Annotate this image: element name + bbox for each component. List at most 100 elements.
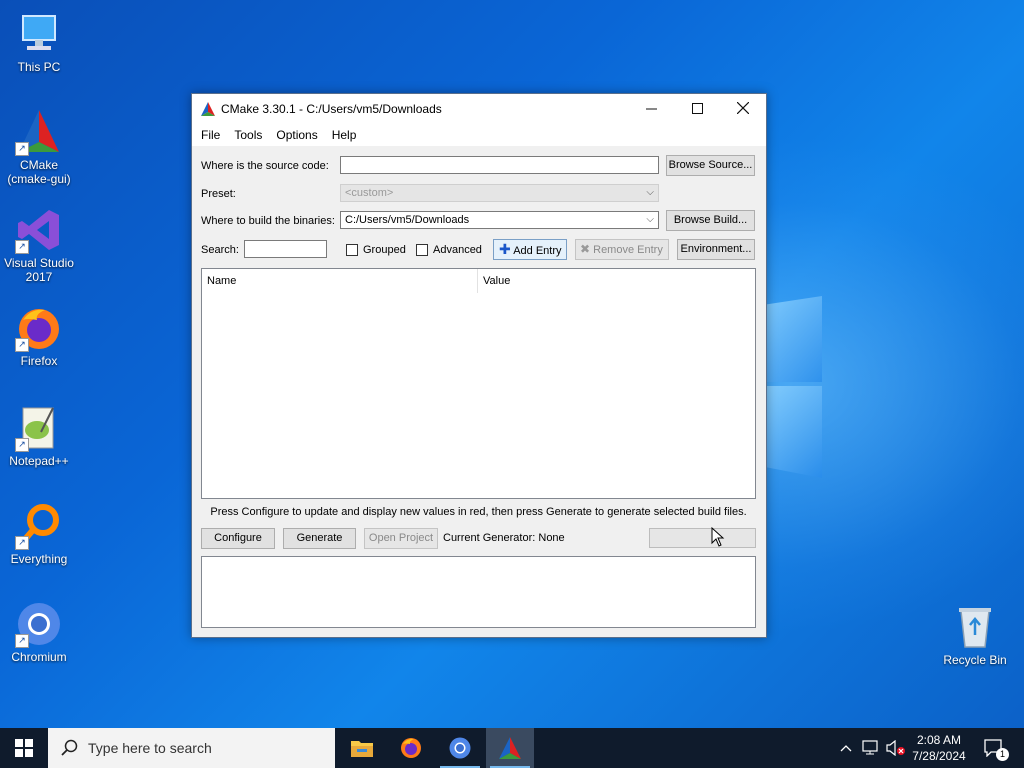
environment-button[interactable]: Environment...: [677, 239, 755, 260]
close-button[interactable]: [720, 94, 766, 124]
build-value: C:/Users/vm5/Downloads: [345, 214, 470, 226]
generate-button[interactable]: Generate: [283, 528, 356, 549]
firefox-icon: ↗: [15, 304, 63, 352]
chevron-down-icon: ⌵: [646, 214, 654, 225]
remove-icon: ✖: [580, 242, 591, 256]
tray-clock[interactable]: 2:08 AM 7/28/2024: [904, 732, 974, 764]
preset-combobox[interactable]: <custom> ⌵: [340, 184, 659, 202]
folder-icon: [351, 741, 373, 757]
chromium-icon: ↗: [15, 600, 63, 648]
remove-entry-label: Remove Entry: [593, 244, 663, 256]
desktop-icon-label: Chromium: [11, 650, 67, 664]
chromium-icon: [449, 737, 471, 759]
network-icon: [862, 740, 878, 755]
notification-badge: 1: [996, 748, 1009, 761]
notepadpp-icon: ↗: [15, 404, 63, 452]
tray-volume-button[interactable]: [884, 728, 906, 768]
desktop-icon-firefox[interactable]: ↗ Firefox: [1, 304, 77, 368]
chevron-down-icon: ⌵: [646, 187, 654, 198]
menu-help[interactable]: Help: [325, 124, 364, 142]
source-label: Where is the source code:: [201, 160, 329, 172]
shortcut-arrow-icon: ↗: [15, 142, 29, 156]
desktop-icon-label: Notepad++: [9, 454, 69, 468]
desktop-icon-label: Firefox: [20, 354, 58, 368]
advanced-checkbox[interactable]: [416, 244, 428, 256]
taskbar: Type here to search 2:08 AM 7/28/2024 1: [0, 728, 1024, 768]
cmake-window: CMake 3.30.1 - C:/Users/vm5/Downloads Fi…: [191, 93, 767, 638]
plus-icon: ✚: [499, 241, 511, 257]
tray-chevron-button[interactable]: [836, 728, 856, 768]
close-icon: [736, 101, 750, 115]
menu-tools[interactable]: Tools: [227, 124, 269, 142]
configure-button[interactable]: Configure: [201, 528, 275, 549]
cache-table[interactable]: Name Value: [201, 268, 756, 499]
tray-network-button[interactable]: [860, 728, 882, 768]
grouped-checkbox[interactable]: [346, 244, 358, 256]
cmake-icon: ↗: [15, 108, 63, 156]
maximize-icon: [691, 103, 703, 114]
source-input[interactable]: [340, 156, 659, 174]
search-input[interactable]: [244, 240, 327, 258]
clock-date: 7/28/2024: [912, 749, 966, 763]
shortcut-arrow-icon: ↗: [15, 338, 29, 352]
title-bar[interactable]: CMake 3.30.1 - C:/Users/vm5/Downloads: [192, 94, 766, 124]
everything-search-icon: ↗: [15, 502, 63, 550]
notification-center-button[interactable]: 1: [980, 728, 1020, 768]
menu-bar: File Tools Options Help: [192, 124, 766, 146]
windows-logo-icon: [15, 739, 33, 757]
maximize-button[interactable]: [674, 94, 720, 124]
shortcut-arrow-icon: ↗: [15, 634, 29, 648]
build-combobox[interactable]: C:/Users/vm5/Downloads ⌵: [340, 211, 659, 229]
desktop-icon-everything[interactable]: ↗ Everything: [1, 502, 77, 566]
wallpaper-logo-pane: [765, 386, 822, 478]
taskbar-app-chromium[interactable]: [436, 728, 484, 768]
volume-muted-icon: [886, 740, 905, 756]
minimize-icon: [645, 108, 657, 110]
clock-time: 2:08 AM: [916, 733, 962, 747]
desktop-icon-label: Everything: [10, 552, 68, 566]
minimize-button[interactable]: [628, 94, 674, 124]
search-icon: [61, 739, 78, 756]
desktop-icon-visual-studio[interactable]: ↗ Visual Studio 2017: [1, 206, 77, 284]
taskbar-search-box[interactable]: Type here to search: [48, 728, 335, 768]
desktop-icon-this-pc[interactable]: This PC: [1, 10, 77, 74]
mouse-cursor-icon: [711, 527, 725, 547]
column-header-value[interactable]: Value: [478, 269, 755, 293]
desktop-icon-label: Visual Studio 2017: [4, 256, 74, 284]
output-log[interactable]: [201, 556, 756, 628]
shortcut-arrow-icon: ↗: [15, 240, 29, 254]
advanced-label: Advanced: [433, 244, 482, 256]
desktop-icon-notepadpp[interactable]: ↗ Notepad++: [1, 404, 77, 468]
add-entry-label: Add Entry: [513, 245, 562, 257]
desktop-icon-label: This PC: [17, 60, 61, 74]
build-label: Where to build the binaries:: [201, 215, 335, 227]
grouped-label: Grouped: [363, 244, 406, 256]
browse-build-button[interactable]: Browse Build...: [666, 210, 755, 231]
menu-options[interactable]: Options: [269, 124, 324, 142]
cmake-icon: [201, 102, 215, 116]
column-header-name[interactable]: Name: [202, 269, 478, 293]
open-project-button[interactable]: Open Project: [364, 528, 438, 549]
desktop-icon-label: Recycle Bin: [943, 653, 1007, 667]
firefox-icon: [401, 738, 421, 758]
desktop-icon-recycle-bin[interactable]: Recycle Bin: [937, 603, 1013, 667]
wallpaper-logo-pane: [765, 296, 822, 382]
taskbar-app-file-explorer[interactable]: [338, 728, 386, 768]
menu-file[interactable]: File: [192, 124, 227, 142]
shortcut-arrow-icon: ↗: [15, 438, 29, 452]
search-placeholder: Type here to search: [88, 740, 212, 756]
hint-text: Press Configure to update and display ne…: [210, 506, 747, 518]
browse-source-button[interactable]: Browse Source...: [666, 155, 755, 176]
start-button[interactable]: [0, 728, 48, 768]
add-entry-button[interactable]: ✚ Add Entry: [493, 239, 567, 260]
desktop-icon-cmake[interactable]: ↗ CMake (cmake-gui): [1, 108, 77, 186]
desktop-icon-chromium[interactable]: ↗ Chromium: [1, 600, 77, 664]
preset-label: Preset:: [201, 188, 236, 200]
taskbar-app-firefox[interactable]: [387, 728, 435, 768]
shortcut-arrow-icon: ↗: [15, 536, 29, 550]
current-generator-label: Current Generator: None: [443, 532, 565, 544]
progress-bar: [649, 528, 756, 548]
remove-entry-button[interactable]: ✖ Remove Entry: [575, 239, 669, 260]
taskbar-app-cmake[interactable]: [486, 728, 534, 768]
recycle-bin-icon: [951, 603, 999, 651]
